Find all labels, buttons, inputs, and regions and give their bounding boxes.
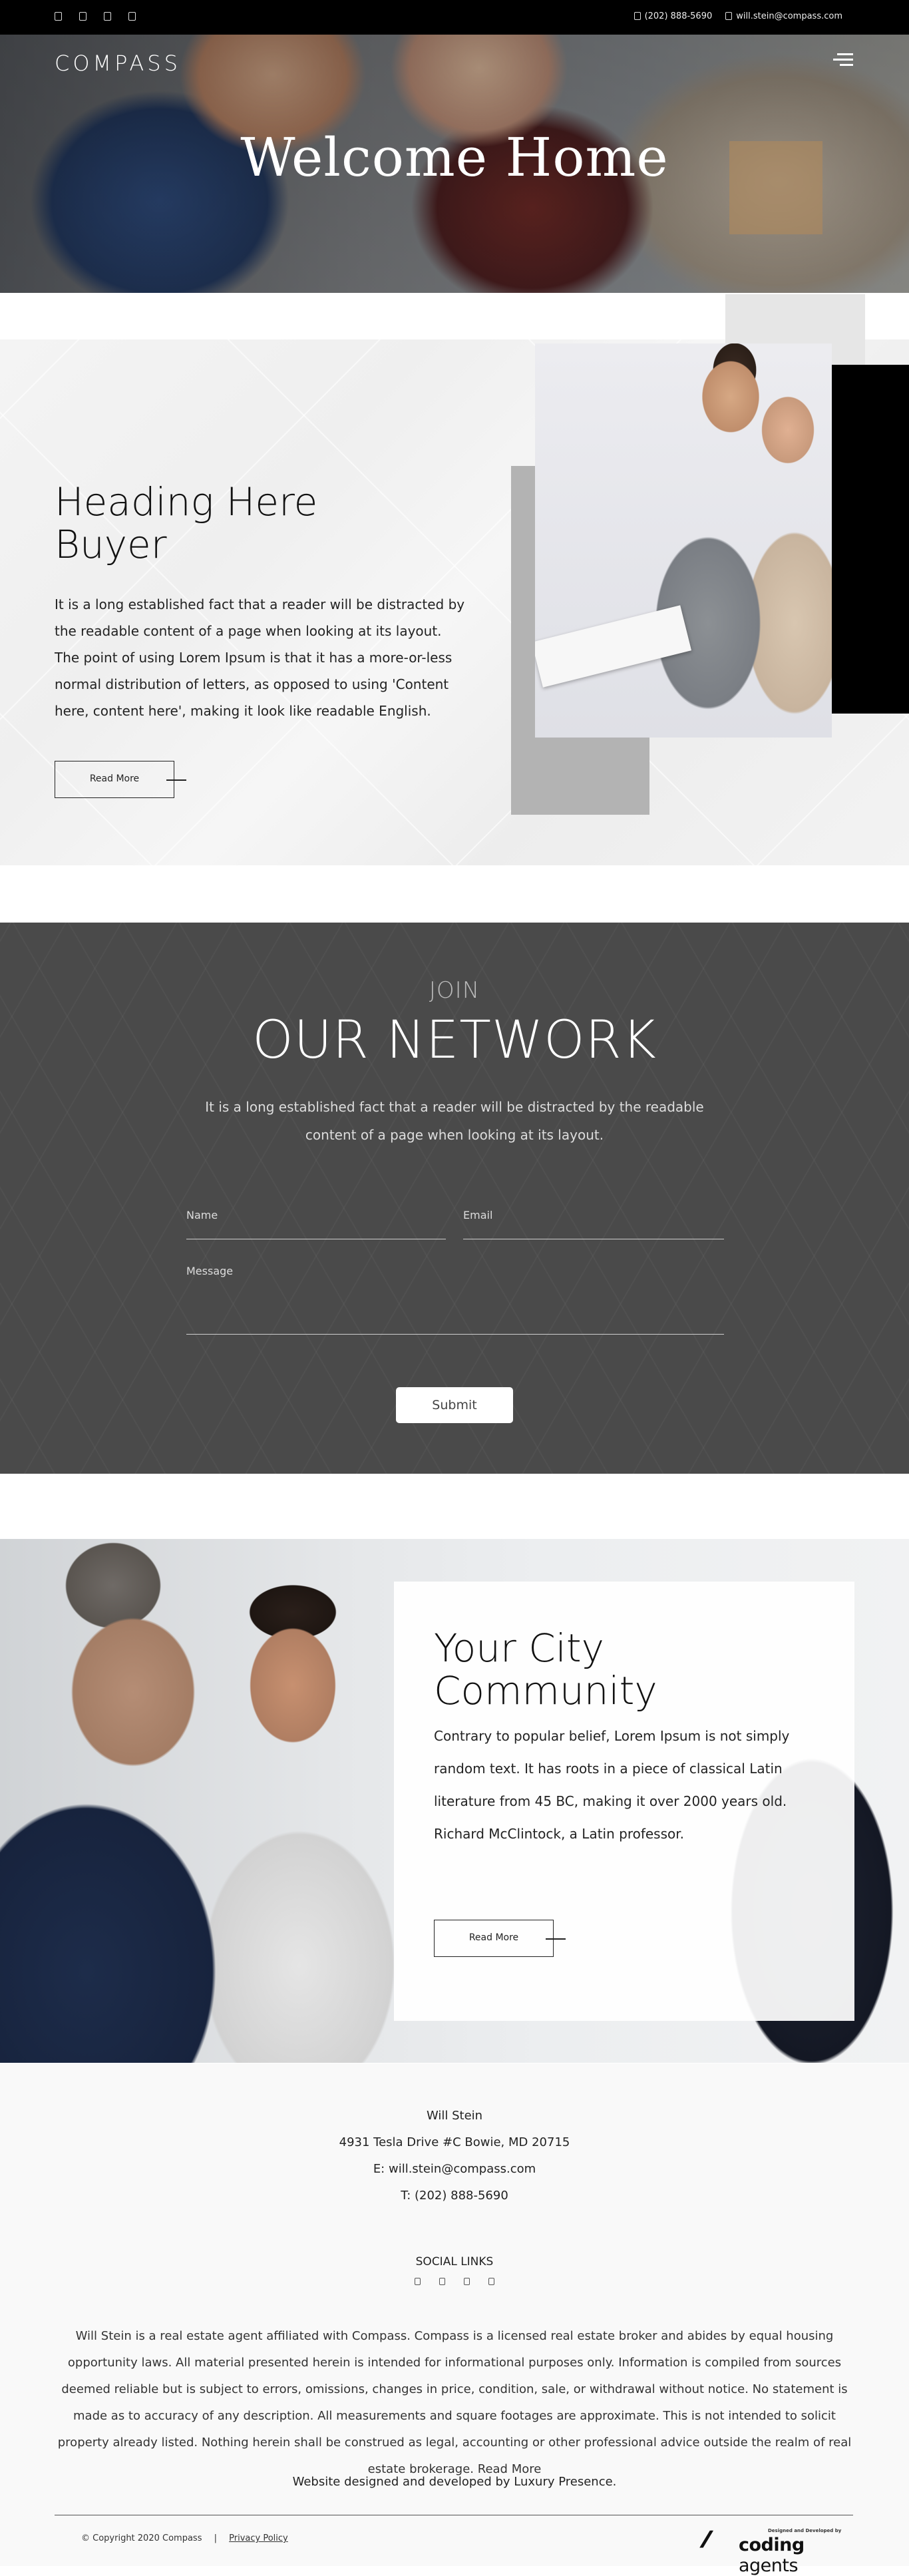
coding-agents-badge[interactable]: ⁄⁄ Designed and Developed by coding agen… [704,2525,850,2576]
social-icon[interactable] [488,2278,494,2285]
email-icon [725,12,733,20]
message-field[interactable]: Message [186,1265,724,1335]
phone-icon [634,12,641,20]
community-card: Your City Community Contrary to popular … [394,1582,854,2021]
accent-block-black [830,365,909,714]
privacy-policy-link[interactable]: Privacy Policy [229,2533,288,2543]
hero: COMPASS Welcome Home [0,35,909,293]
network-subtitle: JOIN [429,977,480,1004]
name-label: Name [186,1209,218,1221]
buyer-read-more-button[interactable]: Read More [55,761,174,798]
community-text: Contrary to popular belief, Lorem Ipsum … [434,1728,790,1842]
top-bar: (202) 888-5690 will.stein@compass.com [0,0,909,35]
social-icon[interactable] [79,12,87,21]
email-field[interactable]: Email [463,1209,724,1239]
name-field[interactable]: Name [186,1209,446,1239]
social-icon[interactable] [415,2278,421,2285]
network-text: It is a long established fact that a rea… [205,1099,704,1143]
social-links-heading: SOCIAL LINKS [415,2255,494,2268]
footer-phone[interactable]: T: (202) 888-5690 [0,2189,909,2203]
top-social-icons [55,12,136,21]
clipboard-detail [535,605,692,688]
email-text: will.stein@compass.com [736,11,842,21]
hero-title: Welcome Home [240,126,669,188]
buyer-photo [535,343,832,738]
hamburger-icon[interactable] [833,53,853,68]
network-title: OUR NETWORK [252,1010,657,1070]
footer-credits: Website designed and developed by Luxury… [292,2475,617,2489]
phone-link[interactable]: (202) 888-5690 [634,11,713,21]
buyer-heading-line1: Heading Here [55,479,318,525]
social-icon[interactable] [55,12,62,21]
community-section: Your City Community Contrary to popular … [0,1539,909,2063]
button-line-decoration [166,779,186,781]
network-section: JOIN OUR NETWORK It is a long establishe… [0,923,909,1474]
coding-agents-logo-icon: ⁄⁄ [704,2527,709,2553]
email-link[interactable]: will.stein@compass.com [725,11,842,21]
social-icon[interactable] [464,2278,470,2285]
footer: Will Stein 4931 Tesla Drive #C Bowie, MD… [0,2063,909,2576]
copyright: © Copyright 2020 Compass [81,2533,202,2543]
message-label: Message [186,1265,234,1277]
buyer-text: It is a long established fact that a rea… [55,596,465,719]
email-label: Email [463,1209,493,1221]
button-line-decoration [546,1938,566,1940]
buyer-heading: Heading Here Buyer [55,481,317,566]
footer-social-icons [0,2278,909,2285]
buyer-heading-line2: Buyer [55,522,167,567]
community-heading-line2: Community [434,1668,657,1713]
footer-email[interactable]: E: will.stein@compass.com [0,2162,909,2176]
top-contact: (202) 888-5690 will.stein@compass.com [634,11,842,21]
community-heading-line1: Your City [434,1625,604,1671]
badge-name: coding agents [739,2535,850,2576]
footer-disclaimer: Will Stein is a real estate agent affili… [57,2329,852,2476]
footer-address: 4931 Tesla Drive #C Bowie, MD 20715 [339,2135,570,2149]
submit-button[interactable]: Submit [396,1387,513,1423]
separator: | [214,2533,217,2543]
community-heading: Your City Community [434,1627,657,1712]
community-read-more-button[interactable]: Read More [434,1920,554,1957]
social-icon[interactable] [128,12,136,21]
social-icon[interactable] [439,2278,445,2285]
phone-text: (202) 888-5690 [644,11,713,21]
footer-agent-name: Will Stein [426,2109,483,2123]
compass-logo[interactable]: COMPASS [55,51,181,76]
badge-caption: Designed and Developed by [768,2528,842,2533]
footer-bottom: © Copyright 2020 Compass | Privacy Polic… [81,2533,288,2543]
badge-name-bold: coding [739,2535,805,2555]
social-icon[interactable] [104,12,111,21]
